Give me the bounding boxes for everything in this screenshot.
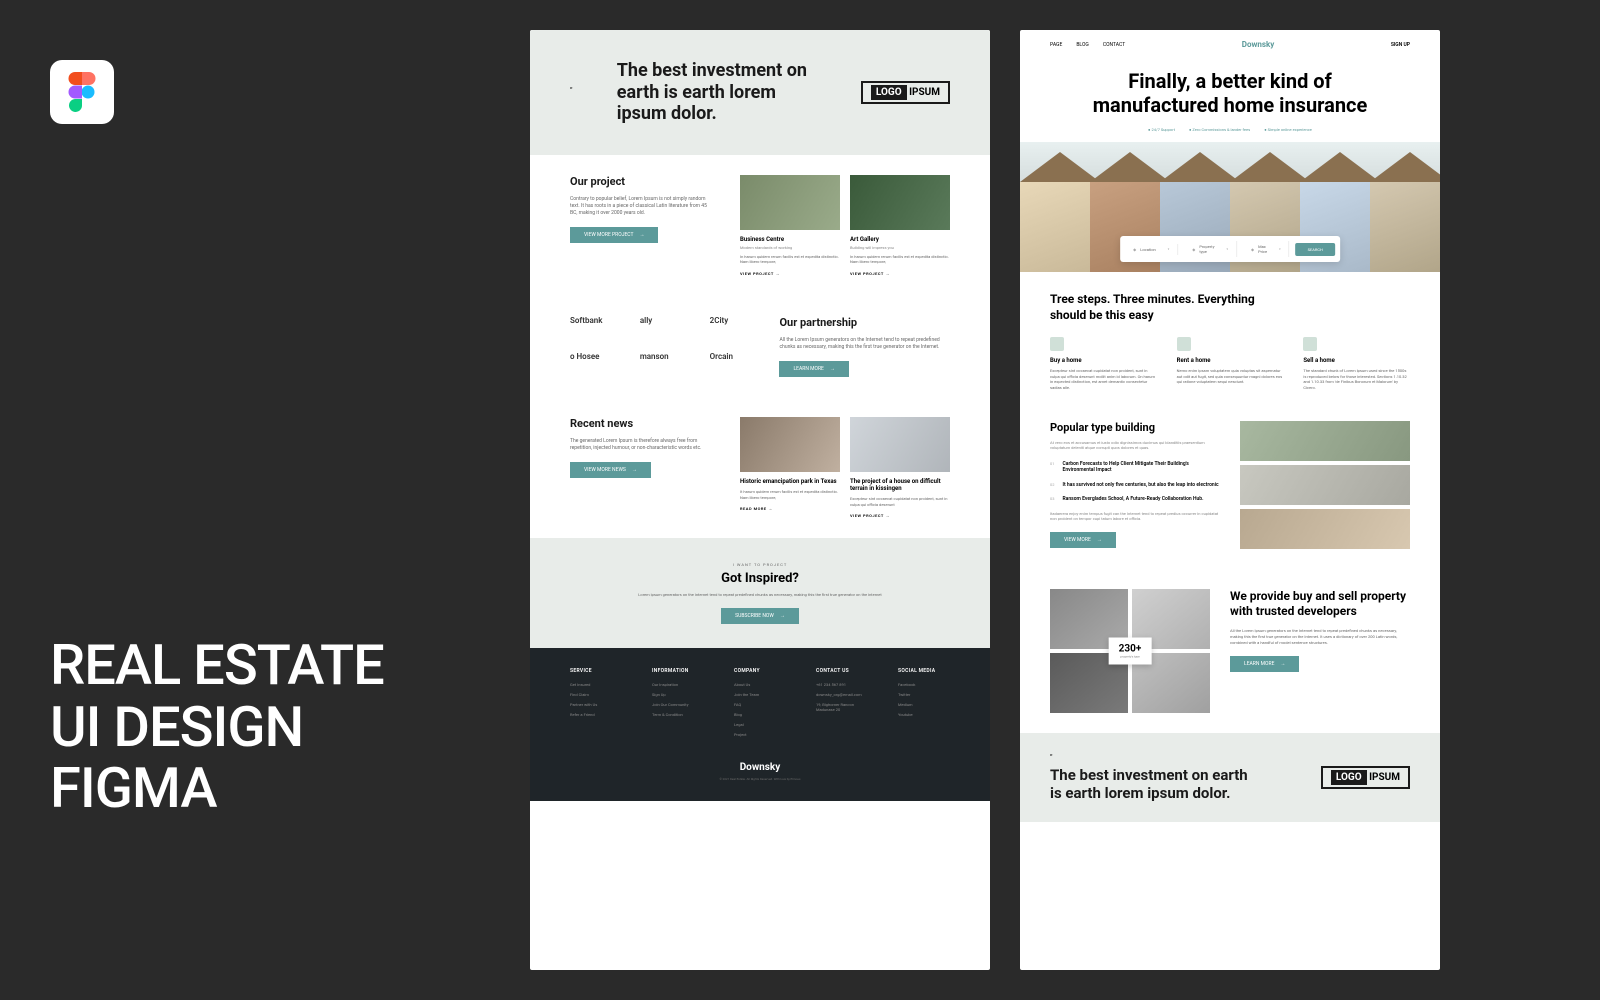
search-button[interactable]: SEARCH [1296,243,1335,256]
view-more-project-button[interactable]: VIEW MORE PROJECT [570,227,658,243]
page-title: REAL ESTATE UI DESIGN FIGMA [50,635,450,820]
partner-logo: manson [640,352,690,377]
footer-copyright: © 2021 Real Estate. All Rights Reserved.… [570,777,950,781]
partner-logo: Softbank [570,316,620,341]
view-project-link[interactable]: VIEW PROJECT [850,513,950,518]
building-image [1240,509,1410,549]
rent-home-icon [1177,337,1191,351]
read-more-link[interactable]: READ MORE [740,506,840,511]
nav-link[interactable]: PAGE [1050,42,1062,48]
partnership-title: Our partnership [779,316,950,329]
view-more-button[interactable]: VIEW MORE [1050,532,1116,548]
subscribe-button[interactable]: SUBSCRIBE NOW [721,608,799,624]
sell-home-icon [1303,337,1317,351]
project-card[interactable]: Business Centre Modern standards of work… [740,175,840,276]
design-preview-2: PAGE BLOG CONTACT Downsky SIGN UP Finall… [1020,30,1440,970]
projects-title: Our project [570,175,710,188]
partner-logo: 2City [710,316,760,341]
news-card[interactable]: Historic emancipation park in Texas It h… [740,417,840,518]
footer-brand: Downsky [570,762,950,773]
provide-title: We provide buy and sell property with tr… [1230,589,1410,620]
stat-badge: 230+ property's type [1109,637,1152,664]
hero-title: Finally, a better kind of manufactured h… [1070,69,1390,117]
building-image [1240,421,1410,461]
cta-title: Got Inspired? [570,571,950,586]
project-image [850,175,950,230]
hero-image: Location Property type Max Price SEARCH [1020,142,1440,272]
nav-link[interactable]: CONTACT [1103,42,1125,48]
project-image [740,175,840,230]
max-price-field[interactable]: Max Price [1243,241,1290,257]
view-project-link[interactable]: VIEW PROJECT [850,271,950,276]
learn-more-button[interactable]: LEARN MORE [1230,656,1299,672]
bottom-quote: The best investment on earth is earth lo… [1050,766,1250,802]
view-more-news-button[interactable]: VIEW MORE NEWS [570,462,651,478]
logo-ipsum: LOGO IPSUM [861,81,950,104]
partner-logo: o Hosee [570,352,620,377]
location-field[interactable]: Location [1125,244,1178,255]
logo-ipsum: LOGO IPSUM [1321,766,1410,789]
property-type-field[interactable]: Property type [1184,241,1237,257]
signup-link[interactable]: SIGN UP [1391,42,1410,48]
steps-title: Tree steps. Three minutes. Everything sh… [1050,292,1270,323]
partner-logo: ally [640,316,690,341]
news-title: Recent news [570,417,710,430]
cta-subtitle: I WANT TO PROJECT [570,562,950,567]
building-image [1240,465,1410,505]
news-image [740,417,840,472]
learn-more-button[interactable]: LEARN MORE [779,361,848,377]
projects-desc: Contrary to popular belief, Lorem Ipsum … [570,196,710,217]
popular-title: Popular type building [1050,421,1220,434]
design-preview-1: " The best investment on earth is earth … [530,30,990,970]
news-card[interactable]: The project of a house on difficult terr… [850,417,950,518]
nav-link[interactable]: BLOG [1076,42,1089,48]
partner-logo: Orcain [710,352,760,377]
view-project-link[interactable]: VIEW PROJECT [740,271,840,276]
search-bar[interactable]: Location Property type Max Price SEARCH [1120,236,1340,262]
buy-home-icon [1050,337,1064,351]
figma-logo-icon [50,60,114,124]
nav-brand[interactable]: Downsky [1242,40,1274,49]
hero-quote: The best investment on earth is earth lo… [617,60,817,125]
news-image [850,417,950,472]
project-card[interactable]: Art Gallery Building will impress you In… [850,175,950,276]
